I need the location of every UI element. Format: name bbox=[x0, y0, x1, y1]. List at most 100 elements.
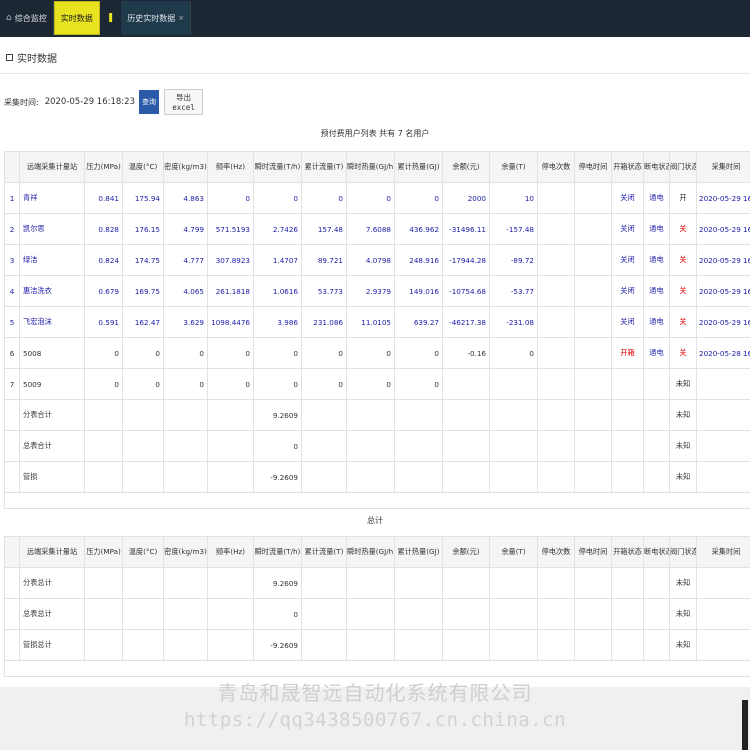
table-cell: 0 bbox=[163, 337, 208, 369]
table-cell: 0.841 bbox=[84, 182, 123, 214]
table-cell: 571.5193 bbox=[207, 213, 254, 245]
table-cell bbox=[163, 430, 208, 462]
collect-time-cell: 2020-05-29 16:18... bbox=[696, 306, 750, 338]
column-header: 远端采集计量站 bbox=[19, 151, 85, 183]
table-row[interactable]: 7 5009 0 0 0 0 0 0 0 0 未知 bbox=[4, 368, 750, 400]
box-status-cell: 关闭 bbox=[611, 182, 644, 214]
table-row[interactable]: 2 凯尔思 0.828 176.15 4.799 571.5193 2.7426 157.48… bbox=[4, 213, 750, 245]
column-header: 开箱状态 bbox=[611, 151, 644, 183]
table-cell bbox=[574, 306, 612, 338]
row-index: 3 bbox=[4, 244, 20, 276]
column-header: 采集时间 bbox=[696, 151, 750, 183]
table-cell bbox=[696, 399, 750, 431]
column-header: 停电次数 bbox=[537, 151, 575, 183]
tab-overview[interactable]: ⌂ 综合监控 bbox=[0, 1, 54, 35]
table-row[interactable]: 6500800000000-0.160开箱通电关2020-05-28 16:36… bbox=[4, 337, 750, 369]
query-button[interactable]: 查询 bbox=[138, 90, 159, 114]
tab-label: 实时数据 bbox=[60, 13, 93, 23]
table-cell bbox=[537, 244, 575, 276]
table-cell bbox=[122, 598, 164, 630]
time-label: 采集时间: bbox=[4, 97, 39, 107]
table-cell bbox=[574, 430, 612, 462]
table-cell bbox=[537, 306, 575, 338]
table-cell bbox=[696, 461, 750, 493]
table-cell bbox=[207, 461, 254, 493]
table-cell bbox=[207, 567, 254, 599]
column-header: 余量(T) bbox=[489, 536, 538, 568]
main-panel: 实时数据 采集时间: 2020-05-29 16:18:23 查询 导出exce… bbox=[0, 37, 750, 687]
table-cell bbox=[574, 567, 612, 599]
table-cell bbox=[489, 368, 538, 400]
table-icon bbox=[6, 54, 13, 61]
table-cell: 0 bbox=[122, 368, 164, 400]
station-name: 飞宏泡沫 bbox=[19, 306, 85, 338]
row-index: 7 bbox=[4, 368, 20, 400]
table-cell: 0 bbox=[346, 182, 395, 214]
table-cell bbox=[574, 213, 612, 245]
row-index bbox=[4, 430, 20, 462]
export-excel-button[interactable]: 导出excel bbox=[163, 89, 203, 115]
table-cell bbox=[537, 275, 575, 307]
table-cell bbox=[346, 629, 395, 661]
watermark-company: 青岛和晟智远自动化系统有限公司 bbox=[217, 681, 533, 705]
table-row[interactable]: 3 绿洁 0.824 174.75 4.777 307.8923 1.4707 89.721 4… bbox=[4, 244, 750, 276]
scrollbar[interactable] bbox=[742, 700, 748, 750]
tab-history-data[interactable]: 历史实时数据 × bbox=[121, 1, 192, 35]
tab-realtime-data[interactable]: 实时数据 bbox=[53, 1, 100, 35]
table-cell bbox=[489, 598, 538, 630]
table-cell: 0.828 bbox=[84, 213, 123, 245]
table-cell: 149.016 bbox=[394, 275, 443, 307]
table-row[interactable]: 1 青祥 0.841 175.94 4.863 0 0 0 0 0 2000 10 关闭 通电开 2020-… bbox=[4, 182, 750, 214]
table-row[interactable]: 4 惠洁洗衣 0.679 169.75 4.065 261.1818 1.0616 53.77… bbox=[4, 275, 750, 307]
column-header: 余额(元) bbox=[442, 151, 490, 183]
valve-status-cell: 未知 bbox=[669, 598, 697, 630]
power-status-cell: 通电 bbox=[643, 213, 670, 245]
table-cell bbox=[537, 213, 575, 245]
table-cell bbox=[643, 461, 670, 493]
table-cell bbox=[394, 430, 443, 462]
summary-label: 管损总计 bbox=[19, 629, 85, 661]
power-status-cell bbox=[643, 368, 670, 400]
row-index: 1 bbox=[4, 182, 20, 214]
table-cell: 0 bbox=[346, 337, 395, 369]
table-cell: 174.75 bbox=[122, 244, 164, 276]
station-name: 惠洁洗衣 bbox=[19, 275, 85, 307]
table-cell: 0 bbox=[394, 337, 443, 369]
table-cell bbox=[643, 430, 670, 462]
table-row[interactable]: 5 飞宏泡沫 0.591 162.47 3.629 1098.4476 3.986 231.0… bbox=[4, 306, 750, 338]
table-cell bbox=[301, 567, 347, 599]
total-table: 远端采集计量站 压力(MPa) 温度(°C) 密度(kg/m3) 频率(Hz) 瞬时流量(… bbox=[4, 536, 750, 677]
column-header: 密度(kg/m3) bbox=[163, 151, 208, 183]
column-header: 频率(Hz) bbox=[207, 536, 254, 568]
summary-label: 总表合计 bbox=[19, 430, 85, 462]
table-cell bbox=[574, 399, 612, 431]
table-cell: 0.824 bbox=[84, 244, 123, 276]
table-cell bbox=[394, 629, 443, 661]
table-cell: 0 bbox=[346, 368, 395, 400]
table-cell: 11.0105 bbox=[346, 306, 395, 338]
column-header: 瞬时流量(T/h) bbox=[253, 536, 302, 568]
summary-row: 分表总计 9.2609 未知 bbox=[4, 567, 750, 599]
valve-status-cell: 关 bbox=[669, 306, 697, 338]
table1-caption: 预付费用户列表 共有 7 名用户 bbox=[320, 129, 430, 138]
table-cell: -89.72 bbox=[489, 244, 538, 276]
valve-status-cell: 关 bbox=[669, 244, 697, 276]
table-cell bbox=[301, 598, 347, 630]
table-cell bbox=[489, 567, 538, 599]
time-input[interactable]: 2020-05-29 16:18:23 bbox=[45, 97, 135, 107]
column-header: 压力(MPa) bbox=[84, 151, 123, 183]
summary-row: 总表合计 0 未知 bbox=[4, 430, 750, 462]
table-cell bbox=[346, 399, 395, 431]
table-cell bbox=[346, 461, 395, 493]
close-icon[interactable]: × bbox=[178, 14, 184, 22]
table-cell bbox=[84, 430, 123, 462]
table-cell: 0 bbox=[207, 368, 254, 400]
summary-label: 总表总计 bbox=[19, 598, 85, 630]
table-cell: 4.0798 bbox=[346, 244, 395, 276]
header-index bbox=[4, 536, 20, 568]
table-cell bbox=[84, 461, 123, 493]
box-status-cell: 关闭 bbox=[611, 244, 644, 276]
table-cell bbox=[301, 399, 347, 431]
column-header: 压力(MPa) bbox=[84, 536, 123, 568]
pin-icon[interactable]: ❚ bbox=[107, 1, 115, 35]
